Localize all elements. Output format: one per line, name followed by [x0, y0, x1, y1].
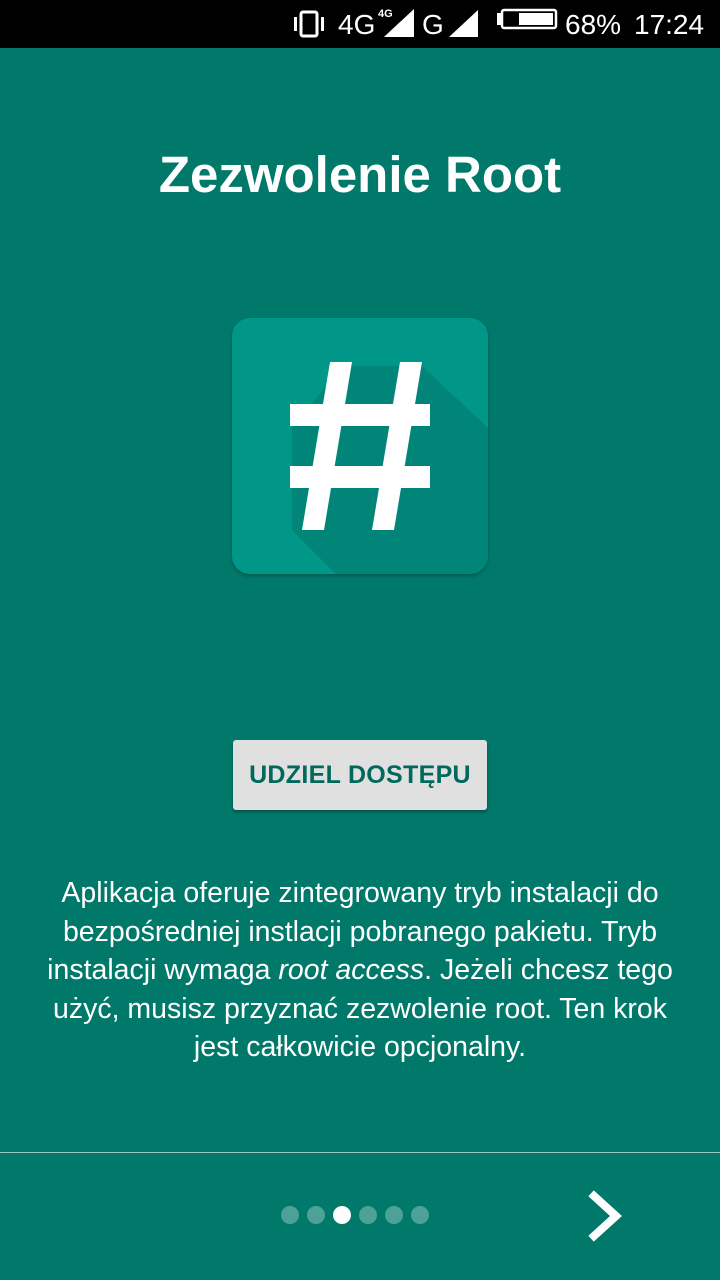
page-indicator — [281, 1206, 429, 1224]
description-text: Aplikacja oferuje zintegrowany tryb inst… — [40, 874, 680, 1067]
page-dot — [281, 1206, 299, 1224]
network-g: G — [420, 0, 480, 48]
network-secondary-label: G — [422, 9, 444, 40]
footer-divider — [0, 1152, 720, 1153]
next-button[interactable] — [576, 1186, 636, 1246]
network-4g: 4G 4G — [338, 0, 418, 48]
description-emphasis: root access — [278, 954, 425, 986]
network-type-label: 4G — [338, 9, 376, 40]
vibrate-icon — [290, 0, 328, 48]
signal-icon — [382, 0, 416, 64]
hash-icon — [232, 318, 488, 574]
signal-icon — [448, 0, 480, 64]
status-bar: 4G 4G G 68% 17:24 — [0, 0, 720, 48]
grant-access-button[interactable]: UDZIEL DOSTĘPU — [233, 740, 487, 810]
page-dot — [359, 1206, 377, 1224]
battery-icon — [496, 0, 558, 48]
clock: 17:24 — [634, 9, 705, 40]
page-title: Zezwolenie Root — [158, 146, 562, 203]
battery-percent: 68% — [565, 9, 622, 40]
page-dot-active — [333, 1206, 351, 1224]
chevron-right-icon — [588, 1190, 622, 1242]
page-dot — [411, 1206, 429, 1224]
page-dot — [385, 1206, 403, 1224]
page-dot — [307, 1206, 325, 1224]
